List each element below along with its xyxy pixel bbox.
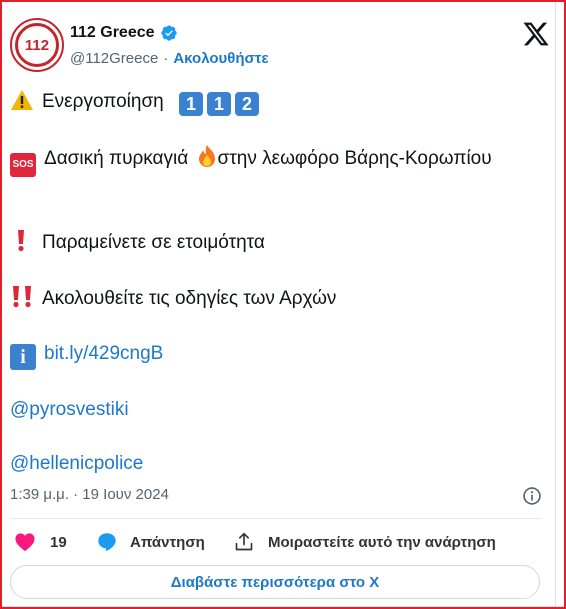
mention-hellenicpolice[interactable]: @hellenicpolice xyxy=(10,453,143,474)
fire-icon xyxy=(198,145,215,167)
tweet-embed-frame: 112 112 Greece @112Greece · Ακολουθήστε Εν… xyxy=(0,0,566,609)
avatar[interactable]: 112 xyxy=(10,18,64,72)
heart-icon xyxy=(15,533,35,552)
reply-button[interactable]: Απάντηση xyxy=(96,527,205,557)
reply-icon xyxy=(98,533,116,552)
tweet-line-mention-1: @pyrosvestiki xyxy=(10,396,129,424)
share-button[interactable]: Μοιραστείτε αυτό την ανάρτηση xyxy=(234,527,496,557)
fire-text: Δασική πυρκαγιά xyxy=(44,148,189,169)
fire-text-continued: στην λεωφόρο Βάρης-Κορωπίου xyxy=(217,148,492,169)
frame-border-bottom xyxy=(2,606,564,607)
info-icon: i xyxy=(10,344,36,370)
tweet-actions: 19 Απάντηση Μοιραστείτε αυτό την ανάρτησ… xyxy=(10,527,542,557)
timestamp[interactable]: 1:39 μ.μ. · 19 Ιουν 2024 xyxy=(10,486,169,503)
tweet-line-instructions: Ακολουθείτε τις οδηγίες των Αρχών xyxy=(10,284,336,313)
share-icon xyxy=(235,532,253,551)
digit-box-1: 1 xyxy=(179,92,204,116)
sos-icon: SOS xyxy=(10,153,36,177)
activation-text: Ενεργοποίηση xyxy=(42,91,164,112)
account-name[interactable]: 112 Greece xyxy=(70,24,155,42)
short-link[interactable]: bit.ly/429cngB xyxy=(44,343,163,364)
handle-row: @112Greece · Ακολουθήστε xyxy=(70,50,269,67)
avatar-logo: 112 xyxy=(15,23,59,67)
separator-dot: · xyxy=(163,50,169,67)
x-logo-icon[interactable] xyxy=(522,20,550,48)
exclamation-icon xyxy=(18,230,24,252)
tweet-line-fire: SOS Δασική πυρκαγιά στην λεωφόρο Βάρης-Κο… xyxy=(10,144,530,177)
tweet-line-link: i bit.ly/429cngB xyxy=(10,340,163,370)
account-name-row: 112 Greece xyxy=(70,24,178,42)
digit-box-2: 1 xyxy=(207,92,232,116)
reply-label: Απάντηση xyxy=(130,533,205,551)
verified-badge-icon xyxy=(160,25,177,41)
warning-icon xyxy=(11,90,33,110)
account-handle[interactable]: @112Greece xyxy=(70,50,158,67)
double-exclamation-icon xyxy=(13,286,31,308)
likes-count: 19 xyxy=(50,533,67,551)
like-button[interactable]: 19 xyxy=(14,527,67,557)
share-label: Μοιραστείτε αυτό την ανάρτηση xyxy=(268,533,496,551)
frame-border-right xyxy=(555,2,556,607)
info-circle-icon[interactable] xyxy=(522,486,542,506)
tweet-header: 112 112 Greece @112Greece · Ακολουθήστε xyxy=(10,18,550,78)
tweet-line-mention-2: @hellenicpolice xyxy=(10,450,143,478)
follow-link[interactable]: Ακολουθήστε xyxy=(173,50,268,67)
instructions-text: Ακολουθείτε τις οδηγίες των Αρχών xyxy=(42,288,337,309)
read-more-button[interactable]: Διαβάστε περισσότερα στο X xyxy=(10,565,540,599)
digit-box-3: 2 xyxy=(235,92,260,116)
tweet-meta: 1:39 μ.μ. · 19 Ιουν 2024 xyxy=(10,486,542,508)
tweet-line-activation: Ενεργοποίηση 112 xyxy=(10,88,260,116)
tweet-line-standby: Παραμείνετε σε ετοιμότητα xyxy=(10,228,265,257)
standby-text: Παραμείνετε σε ετοιμότητα xyxy=(42,232,265,253)
divider xyxy=(10,518,542,519)
mention-pyrosvestiki[interactable]: @pyrosvestiki xyxy=(10,399,129,420)
